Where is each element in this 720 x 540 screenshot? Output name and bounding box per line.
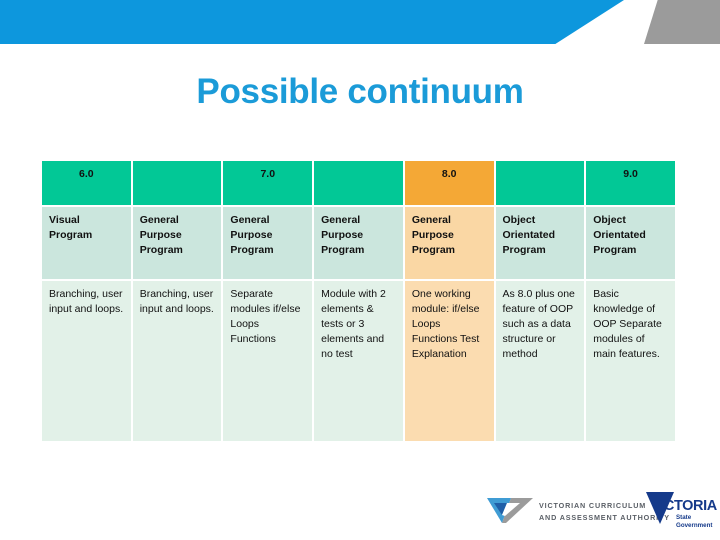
victoria-tagline-line1: State <box>676 514 692 521</box>
banner-gray-shape <box>644 0 720 44</box>
cell-type-col3: General Purpose Program <box>223 207 313 279</box>
victoria-state-government-logo: VICTORIA State Government <box>645 489 717 533</box>
cell-desc-col7: Basic knowledge of OOP Separate modules … <box>586 281 675 441</box>
page-title: Possible continuum <box>196 72 524 111</box>
cell-desc-col3: Separate modules if/else Loops Functions <box>223 281 313 441</box>
cell-desc-col2: Branching, user input and loops. <box>132 281 222 441</box>
cell-desc-col6: As 8.0 plus one feature of OOP such as a… <box>495 281 585 441</box>
header-cell-blank-1 <box>132 161 222 205</box>
victoria-wordmark: VICTORIA <box>651 498 717 514</box>
cell-desc-col5: One working module: if/else Loops Functi… <box>404 281 494 441</box>
cell-desc-col1: Branching, user input and loops. <box>42 281 131 441</box>
table-row-description: Branching, user input and loops. Branchi… <box>42 281 675 441</box>
header-cell-9-0: 9.0 <box>586 161 675 205</box>
header-cell-8-0: 8.0 <box>404 161 494 205</box>
banner-blue-shape <box>0 0 624 44</box>
vcaa-checkmark-icon <box>487 498 533 523</box>
cell-type-col6: Object Orientated Program <box>495 207 585 279</box>
victoria-tagline-line2: Government <box>676 521 713 529</box>
footer-logos: VICTORIAN CURRICULUM AND ASSESSMENT AUTH… <box>0 487 720 537</box>
header-cell-blank-3 <box>495 161 585 205</box>
table-row-program-type: Visual Program General Purpose Program G… <box>42 207 675 279</box>
cell-type-col5: General Purpose Program <box>404 207 494 279</box>
cell-type-col1: Visual Program <box>42 207 131 279</box>
continuum-table: 6.0 7.0 8.0 9.0 Visual Program General P… <box>40 159 677 443</box>
cell-type-col7: Object Orientated Program <box>586 207 675 279</box>
cell-type-col2: General Purpose Program <box>132 207 222 279</box>
vcaa-logo: VICTORIAN CURRICULUM AND ASSESSMENT AUTH… <box>487 493 669 529</box>
victoria-tagline: State Government <box>676 514 712 530</box>
cell-desc-col4: Module with 2 elements & tests or 3 elem… <box>314 281 403 441</box>
header-cell-blank-2 <box>314 161 403 205</box>
header-cell-6-0: 6.0 <box>42 161 131 205</box>
cell-type-col4: General Purpose Program <box>314 207 403 279</box>
header-banner <box>0 0 720 44</box>
header-cell-7-0: 7.0 <box>223 161 313 205</box>
table-header-row: 6.0 7.0 8.0 9.0 <box>42 161 675 205</box>
